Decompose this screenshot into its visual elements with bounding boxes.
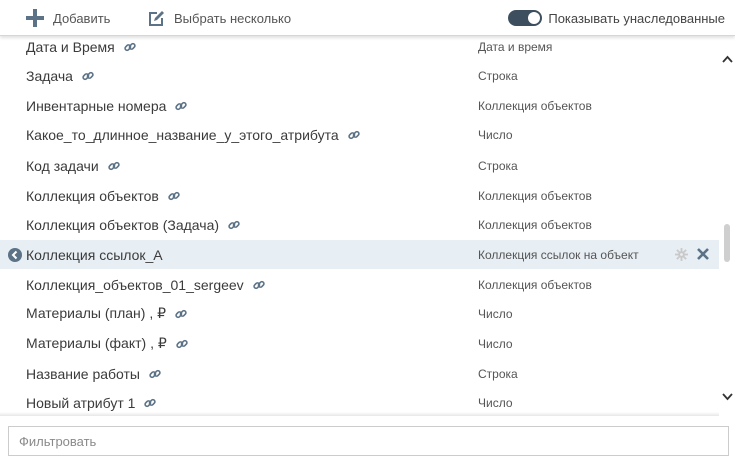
attribute-type: Дата и время bbox=[478, 39, 553, 54]
filter-area bbox=[0, 417, 735, 462]
add-button[interactable]: Добавить bbox=[25, 8, 110, 28]
attribute-name: Материалы (план) , ₽ bbox=[26, 305, 187, 322]
gear-icon[interactable] bbox=[675, 248, 688, 266]
arrow-left-circle-icon[interactable] bbox=[8, 248, 22, 267]
link-icon bbox=[149, 368, 161, 380]
link-icon bbox=[252, 279, 265, 291]
link-icon bbox=[175, 308, 187, 320]
toolbar: Добавить Выбрать несколько Показывать ун… bbox=[0, 0, 735, 36]
link-icon bbox=[168, 190, 180, 202]
link-icon bbox=[124, 41, 136, 53]
scrollbar-thumb[interactable] bbox=[724, 224, 730, 262]
attribute-type: Число bbox=[478, 336, 513, 351]
attribute-list: Дата и Время Дата и время Задача Строка … bbox=[0, 36, 719, 416]
link-icon bbox=[176, 338, 188, 350]
attribute-type: Число bbox=[478, 127, 513, 142]
filter-input[interactable] bbox=[8, 426, 729, 456]
list-item[interactable]: Коллекция_объектов_01_sergeev Коллекция … bbox=[0, 270, 719, 299]
list-item[interactable]: Инвентарные номера Коллекция объектов bbox=[0, 91, 719, 120]
list-item[interactable]: Материалы (факт) , ₽ Число bbox=[0, 329, 719, 358]
add-button-label: Добавить bbox=[53, 10, 111, 26]
list-item-selected[interactable]: Коллекция ссылок_А Коллекция ссылок на о… bbox=[0, 240, 719, 269]
attribute-name: Новый атрибут 1 bbox=[26, 395, 157, 411]
scrollbar[interactable] bbox=[719, 36, 735, 416]
attribute-name: Коллекция объектов (Задача) bbox=[26, 217, 240, 233]
list-item[interactable]: Какое_то_длинное_название_у_этого_атрибу… bbox=[0, 120, 719, 149]
list-item[interactable]: Коллекция объектов Коллекция объектов bbox=[0, 181, 719, 210]
list-item[interactable]: Материалы (план) , ₽ Число bbox=[0, 299, 719, 328]
show-inherited-label: Показывать унаследованные bbox=[548, 10, 725, 26]
attribute-name: Какое_то_длинное_название_у_этого_атрибу… bbox=[26, 127, 360, 143]
link-icon bbox=[82, 70, 94, 82]
attribute-name: Коллекция ссылок_А bbox=[26, 246, 163, 263]
link-icon bbox=[228, 219, 240, 231]
attribute-type: Коллекция объектов bbox=[478, 277, 592, 292]
plus-icon bbox=[26, 9, 44, 27]
attribute-name: Дата и Время bbox=[26, 39, 136, 55]
toggle-knob bbox=[528, 12, 541, 24]
link-icon bbox=[144, 397, 157, 409]
list-item[interactable]: Дата и Время Дата и время bbox=[0, 36, 719, 61]
link-icon bbox=[347, 129, 360, 141]
list-item[interactable]: Коллекция объектов (Задача) Коллекция об… bbox=[0, 210, 719, 239]
chevron-up-icon[interactable] bbox=[722, 50, 733, 68]
attribute-type: Коллекция объектов bbox=[478, 188, 592, 203]
attribute-name: Название работы bbox=[26, 366, 161, 382]
attribute-name: Инвентарные номера bbox=[26, 98, 188, 114]
attribute-type: Строка bbox=[478, 158, 518, 173]
show-inherited-toggle[interactable] bbox=[508, 10, 543, 26]
select-multiple-button[interactable]: Выбрать несколько bbox=[146, 8, 291, 28]
list-item[interactable]: Название работы Строка bbox=[0, 359, 719, 388]
attribute-type: Коллекция ссылок на объект bbox=[478, 247, 639, 262]
edit-icon bbox=[149, 11, 164, 26]
chevron-down-icon[interactable] bbox=[722, 388, 733, 406]
attribute-name: Материалы (факт) , ₽ bbox=[26, 335, 188, 352]
link-icon bbox=[175, 100, 188, 112]
attribute-type: Коллекция объектов bbox=[478, 217, 592, 232]
select-multiple-label: Выбрать несколько bbox=[174, 10, 292, 26]
attribute-type: Строка bbox=[478, 366, 518, 381]
list-item[interactable]: Код задачи Строка bbox=[0, 151, 719, 180]
link-icon bbox=[107, 160, 120, 172]
attribute-name: Коллекция объектов bbox=[26, 188, 180, 204]
attribute-type: Число bbox=[478, 395, 513, 410]
attribute-type: Коллекция объектов bbox=[478, 98, 592, 113]
close-icon[interactable] bbox=[696, 247, 710, 266]
attribute-type: Число bbox=[478, 306, 513, 321]
list-bottom-shadow bbox=[0, 412, 719, 416]
show-inherited-control: Показывать унаследованные bbox=[508, 8, 725, 28]
attribute-name: Код задачи bbox=[26, 158, 120, 174]
list-item[interactable]: Задача Строка bbox=[0, 61, 719, 90]
attribute-name: Задача bbox=[26, 68, 94, 84]
attribute-name: Коллекция_объектов_01_sergeev bbox=[26, 277, 265, 293]
attribute-type: Строка bbox=[478, 68, 518, 83]
